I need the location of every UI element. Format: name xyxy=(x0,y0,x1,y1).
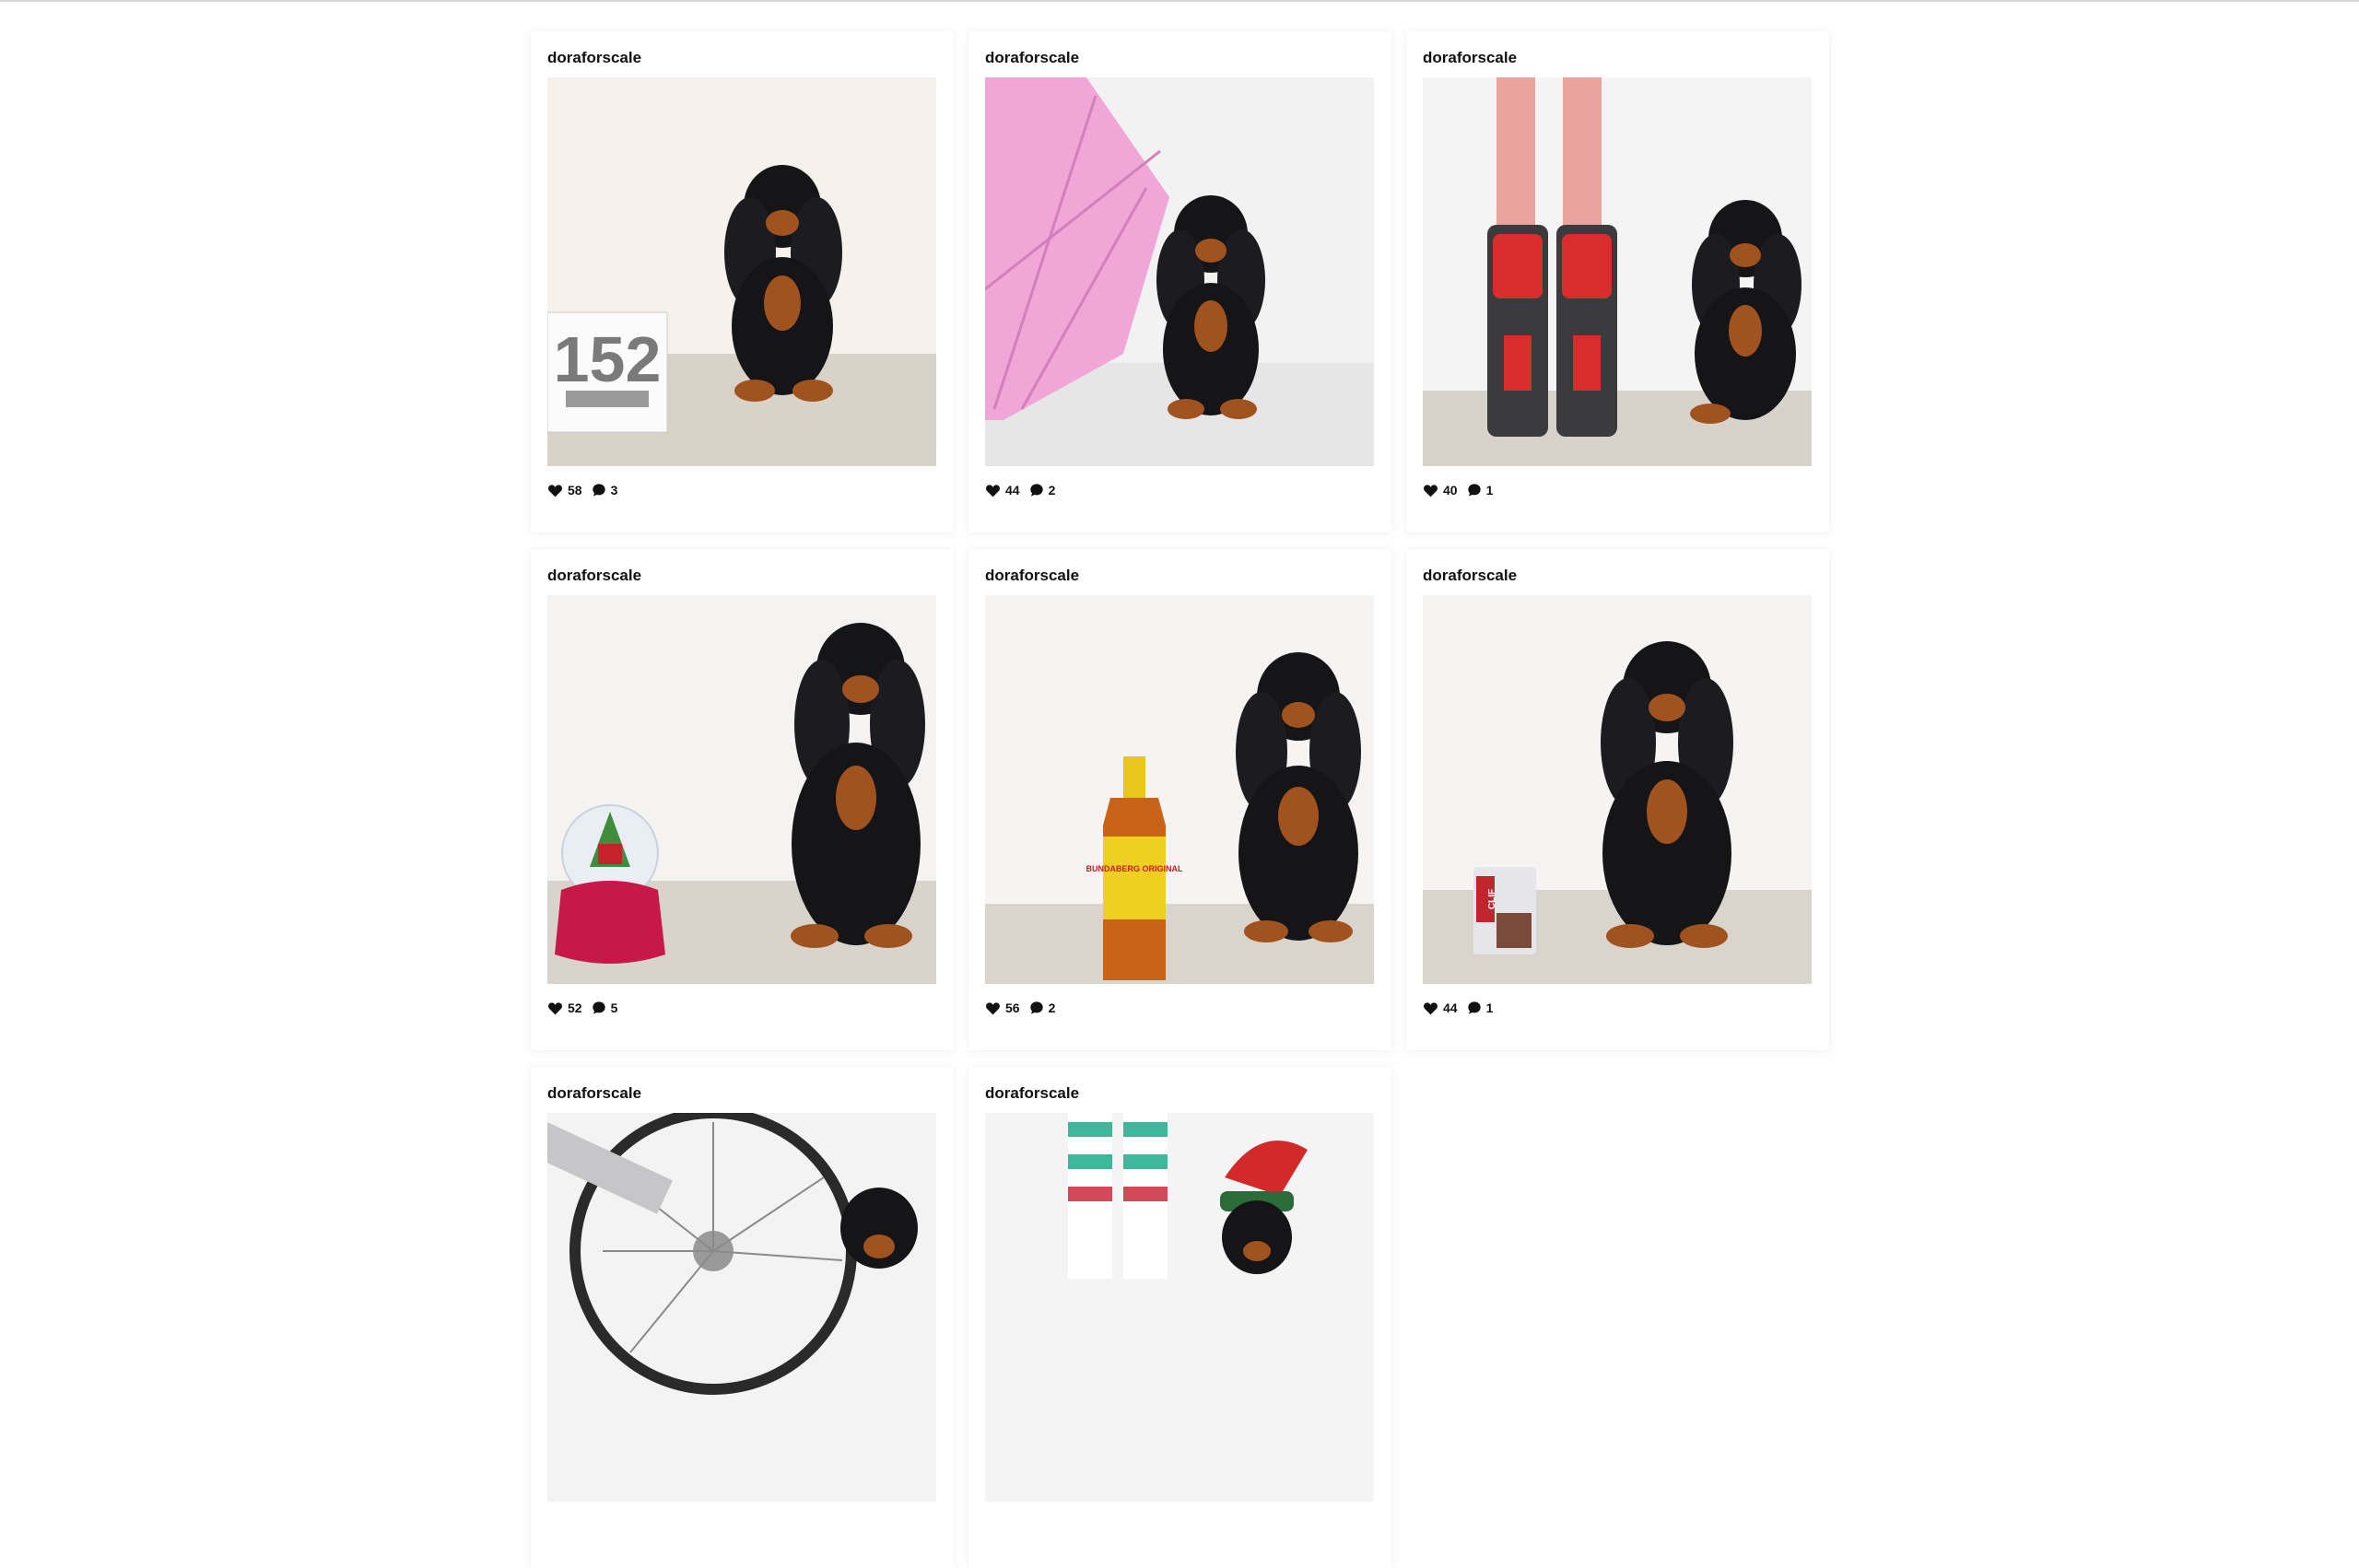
comment-count: 3 xyxy=(610,483,618,497)
comment-bubble-icon xyxy=(1467,1001,1481,1014)
post-username[interactable]: doraforscale xyxy=(985,566,1375,591)
post-username[interactable]: doraforscale xyxy=(547,1083,937,1109)
comment-bubble-icon xyxy=(1467,484,1481,497)
post-photo[interactable]: CLIF xyxy=(1423,595,1812,984)
comment-count: 1 xyxy=(1485,1000,1494,1015)
dog-photo-image: CLIF xyxy=(1423,595,1812,984)
like-count: 58 xyxy=(568,483,582,497)
post-photo[interactable] xyxy=(547,595,936,984)
like-count: 44 xyxy=(1005,483,1020,497)
post-photo[interactable]: BUNDABERG ORIGINAL xyxy=(985,595,1374,984)
post-photo[interactable]: 152 xyxy=(547,77,936,466)
like-count: 52 xyxy=(568,1000,582,1015)
like-stat[interactable]: 44 xyxy=(1423,1000,1458,1015)
post-photo[interactable] xyxy=(1423,77,1812,466)
like-count: 44 xyxy=(1443,1000,1458,1015)
dog-photo-image xyxy=(1423,77,1812,466)
dog-photo-image: 152 xyxy=(547,77,936,466)
comment-bubble-icon xyxy=(592,484,605,497)
comment-stat[interactable]: 2 xyxy=(1029,1000,1056,1015)
post-card: doraforscale xyxy=(531,549,954,1050)
post-username[interactable]: doraforscale xyxy=(985,1083,1375,1109)
post-card: doraforscale BUNDABERG ORIGINAL 56 2 xyxy=(968,549,1391,1050)
comment-count: 2 xyxy=(1048,483,1056,497)
heart-icon xyxy=(548,484,562,497)
like-stat[interactable]: 58 xyxy=(547,483,582,497)
comment-bubble-icon xyxy=(592,1001,605,1014)
heart-icon xyxy=(1424,1001,1438,1014)
heart-icon xyxy=(1424,484,1438,497)
post-stats: 44 1 xyxy=(1423,999,1813,1017)
comment-stat[interactable]: 1 xyxy=(1467,1000,1494,1015)
dog-figure xyxy=(1222,1200,1292,1274)
comment-count: 5 xyxy=(610,1000,618,1015)
like-stat[interactable]: 40 xyxy=(1423,483,1458,497)
dog-photo-image xyxy=(985,77,1374,466)
top-divider xyxy=(0,0,2359,2)
dog-photo-image: BUNDABERG ORIGINAL xyxy=(985,595,1374,984)
like-stat[interactable]: 52 xyxy=(547,1000,582,1015)
comment-count: 1 xyxy=(1485,483,1494,497)
post-card: doraforscale xyxy=(968,1067,1391,1568)
like-stat[interactable]: 44 xyxy=(985,483,1020,497)
clif-bar-text: CLIF xyxy=(1487,889,1497,909)
comment-stat[interactable]: 1 xyxy=(1467,483,1494,497)
dog-figure xyxy=(791,623,925,948)
post-stats: 52 5 xyxy=(547,999,937,1017)
post-stats: 56 2 xyxy=(985,999,1375,1017)
comment-stat[interactable]: 3 xyxy=(592,483,618,497)
post-card: doraforscale xyxy=(531,1067,954,1568)
post-stats: 40 1 xyxy=(1423,481,1813,499)
heart-icon xyxy=(548,1001,562,1014)
bottle-label-text: BUNDABERG ORIGINAL xyxy=(1086,864,1184,873)
dog-photo-image xyxy=(985,1113,1374,1502)
dog-photo-image xyxy=(547,1113,936,1502)
like-count: 40 xyxy=(1443,483,1458,497)
post-card: doraforscale 152 58 3 xyxy=(531,31,954,532)
post-card: doraforscale CLIF 44 1 xyxy=(1406,549,1829,1050)
post-username[interactable]: doraforscale xyxy=(547,48,937,74)
heart-icon xyxy=(986,1001,1000,1014)
post-username[interactable]: doraforscale xyxy=(1423,566,1813,591)
like-count: 56 xyxy=(1005,1000,1020,1015)
dog-figure xyxy=(840,1188,918,1269)
like-stat[interactable]: 56 xyxy=(985,1000,1020,1015)
post-username[interactable]: doraforscale xyxy=(1423,48,1813,74)
comment-stat[interactable]: 5 xyxy=(592,1000,618,1015)
post-stats: 58 3 xyxy=(547,481,937,499)
post-stats: 44 2 xyxy=(985,481,1375,499)
comment-count: 2 xyxy=(1048,1000,1056,1015)
clif-bar-image: CLIF xyxy=(1473,867,1536,954)
photo-grid: doraforscale 152 58 3 doraforscale 44 2 … xyxy=(531,31,1830,1568)
dog-figure xyxy=(1601,641,1733,948)
race-number-text: 152 xyxy=(554,323,662,395)
post-photo[interactable] xyxy=(547,1113,936,1502)
dog-figure xyxy=(1236,652,1361,942)
comment-stat[interactable]: 2 xyxy=(1029,483,1056,497)
comment-bubble-icon xyxy=(1029,484,1043,497)
dog-photo-image xyxy=(547,595,936,984)
post-photo[interactable] xyxy=(985,1113,1374,1502)
post-photo[interactable] xyxy=(985,77,1374,466)
post-card: doraforscale xyxy=(968,31,1391,532)
post-username[interactable]: doraforscale xyxy=(985,48,1375,74)
post-card: doraforscale xyxy=(1406,31,1829,532)
race-number-card-image: 152 xyxy=(547,311,668,433)
comment-bubble-icon xyxy=(1029,1001,1043,1014)
heart-icon xyxy=(986,484,1000,497)
post-username[interactable]: doraforscale xyxy=(547,566,937,591)
